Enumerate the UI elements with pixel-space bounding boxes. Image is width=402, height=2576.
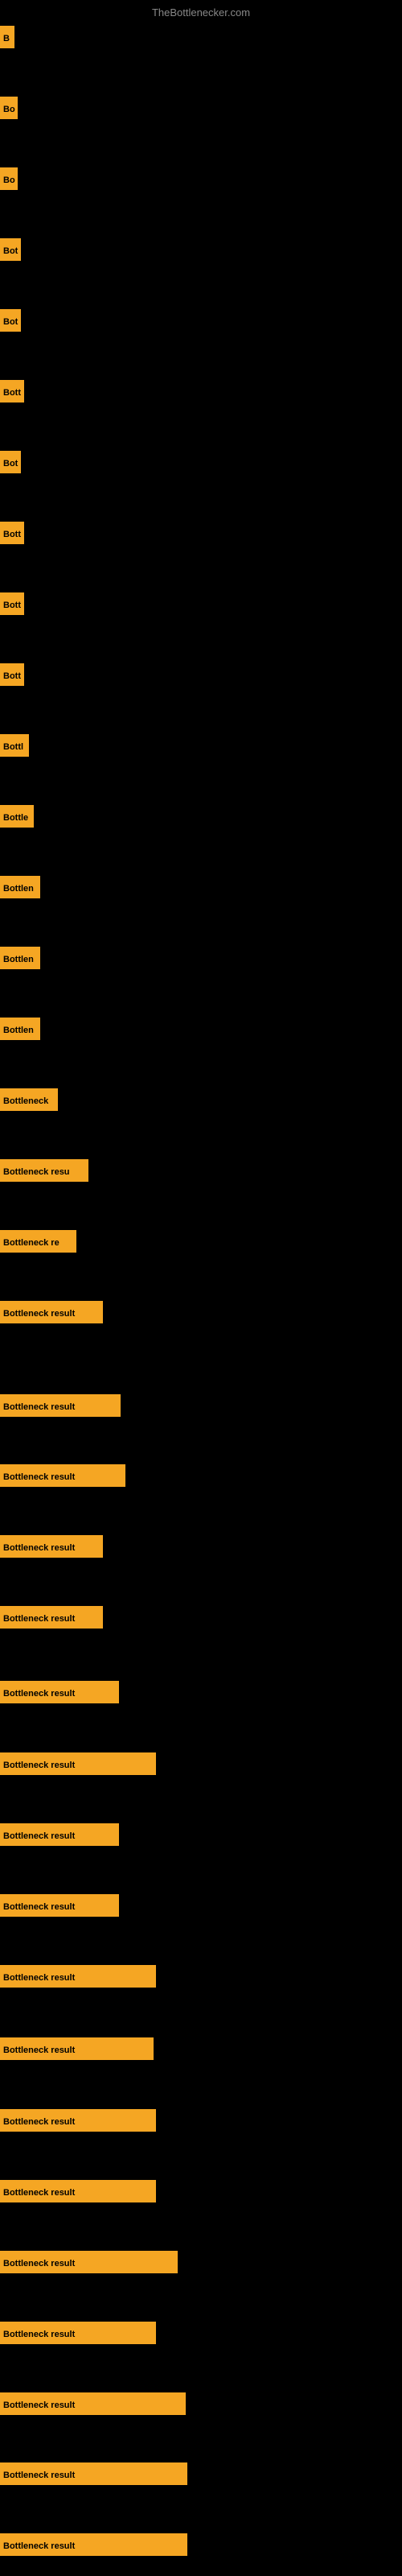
bottleneck-label-12: Bottlen: [0, 876, 40, 898]
bottleneck-label-2: Bo: [0, 167, 18, 190]
bottleneck-label-35: Bottleneck result: [0, 2533, 187, 2556]
bottleneck-label-28: Bottleneck result: [0, 2037, 154, 2060]
bottleneck-label-3: Bot: [0, 238, 21, 261]
bottleneck-label-6: Bot: [0, 451, 21, 473]
bottleneck-label-20: Bottleneck result: [0, 1464, 125, 1487]
bottleneck-label-24: Bottleneck result: [0, 1752, 156, 1775]
bottleneck-label-34: Bottleneck result: [0, 2462, 187, 2485]
bottleneck-label-30: Bottleneck result: [0, 2180, 156, 2202]
bottleneck-label-15: Bottleneck: [0, 1088, 58, 1111]
bottleneck-label-0: B: [0, 26, 14, 48]
bottleneck-label-4: Bot: [0, 309, 21, 332]
bottleneck-label-7: Bott: [0, 522, 24, 544]
bottleneck-label-14: Bottlen: [0, 1018, 40, 1040]
bottleneck-label-1: Bo: [0, 97, 18, 119]
bottleneck-label-10: Bottl: [0, 734, 29, 757]
bottleneck-label-32: Bottleneck result: [0, 2322, 156, 2344]
bottleneck-label-19: Bottleneck result: [0, 1394, 121, 1417]
bottleneck-label-13: Bottlen: [0, 947, 40, 969]
bottleneck-label-25: Bottleneck result: [0, 1823, 119, 1846]
bottleneck-label-9: Bott: [0, 663, 24, 686]
bottleneck-label-27: Bottleneck result: [0, 1965, 156, 1988]
bottleneck-label-5: Bott: [0, 380, 24, 402]
bottleneck-label-18: Bottleneck result: [0, 1301, 103, 1323]
bottleneck-label-16: Bottleneck resu: [0, 1159, 88, 1182]
bottleneck-label-17: Bottleneck re: [0, 1230, 76, 1253]
bottleneck-label-23: Bottleneck result: [0, 1681, 119, 1703]
bottleneck-label-31: Bottleneck result: [0, 2251, 178, 2273]
bottleneck-label-8: Bott: [0, 592, 24, 615]
bottleneck-label-26: Bottleneck result: [0, 1894, 119, 1917]
bottleneck-label-22: Bottleneck result: [0, 1606, 103, 1629]
bottleneck-label-21: Bottleneck result: [0, 1535, 103, 1558]
bottleneck-label-29: Bottleneck result: [0, 2109, 156, 2132]
site-title: TheBottlenecker.com: [152, 6, 250, 19]
bottleneck-label-11: Bottle: [0, 805, 34, 828]
bottleneck-label-33: Bottleneck result: [0, 2392, 186, 2415]
